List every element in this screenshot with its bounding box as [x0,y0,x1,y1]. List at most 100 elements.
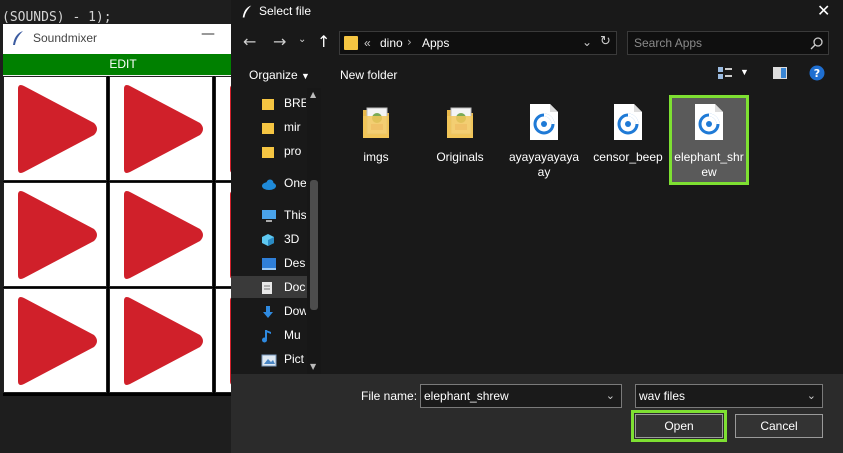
sound-play-button[interactable] [3,288,107,393]
sidebar-item-dow[interactable]: Dow [231,300,307,322]
new-folder-button[interactable]: New folder [340,68,397,82]
folder-icon [339,102,413,146]
up-arrow-icon[interactable]: ↑ [317,32,330,51]
organize-label: Organize [249,68,298,82]
sidebar-item-label: OneD [284,176,306,190]
back-arrow-icon[interactable]: ← [243,32,256,51]
chevron-down-icon[interactable]: ⌄ [807,385,816,407]
help-icon[interactable]: ? [809,65,825,84]
sidebar-item-mu[interactable]: Mu [231,324,307,346]
sidebar-item-des[interactable]: Des [231,252,307,274]
sound-play-button[interactable] [109,76,213,181]
file-name-value: elephant_shrew [424,389,509,403]
search-box[interactable] [627,31,829,55]
folder-icon [261,96,277,110]
file-item-Originals[interactable]: Originals [423,102,497,165]
audio-file-icon [672,102,746,146]
file-item-censor-beep[interactable]: censor_beep [591,102,665,165]
desktop-icon [261,256,277,270]
folder-icon [261,120,277,134]
sidebar-item-label: Doc [284,280,306,294]
preview-pane-icon[interactable] [772,66,788,83]
breadcrumb-dino[interactable]: dino [380,36,403,50]
sidebar-item-label: Mu [284,328,301,342]
svg-text:?: ? [814,67,820,80]
play-icon [124,191,203,279]
sidebar-item-mir[interactable]: mir [231,116,307,138]
file-item-label: elephant_shrew [674,150,744,179]
dialog-footer: File name: elephant_shrew ⌄ wav files ⌄ … [231,374,843,453]
play-icon [124,297,203,385]
sidebar-item-label: Pict [284,352,305,366]
cloud-icon [261,176,277,190]
sidebar-item-label: mir [284,120,301,134]
sound-button-grid [3,76,319,396]
sidebar-item-pict[interactable]: Pict [231,348,307,370]
breadcrumb-apps[interactable]: Apps [422,36,449,50]
audio-file-icon [591,102,665,146]
refresh-icon[interactable]: ↻ [600,34,611,49]
sound-play-button[interactable] [109,182,213,287]
play-icon [18,191,97,279]
computer-icon [261,208,277,222]
soundmixer-title: Soundmixer [33,31,98,45]
audio-file-icon [507,102,581,146]
cancel-button[interactable]: Cancel [735,414,823,438]
cube-icon [261,232,277,246]
search-input[interactable] [634,35,804,51]
file-item-ayayayayayaay[interactable]: ayayayayayaay [507,102,581,180]
chevron-down-icon[interactable]: ⌄ [582,35,592,49]
recent-dropdown-icon[interactable]: ⌄ [298,34,306,45]
file-type-value: wav files [639,389,686,403]
sidebar-item-oned[interactable]: OneD [231,172,307,194]
search-icon[interactable] [810,35,824,54]
soundmixer-window: Soundmixer — EDIT [3,24,319,396]
code-line: (SOUNDS) - 1); [2,10,112,25]
forward-arrow-icon[interactable]: → [273,32,286,51]
chevron-down-icon[interactable]: ⌄ [606,385,615,407]
view-options-icon[interactable] [717,66,733,83]
minimize-button[interactable]: — [201,26,215,42]
file-item-elephant-shrew[interactable]: elephant_shrew [669,95,749,185]
file-type-select[interactable]: wav files ⌄ [635,384,823,408]
caret-down-icon: ▼ [301,71,310,81]
soundmixer-titlebar: Soundmixer — [3,24,243,55]
sidebar-item-this[interactable]: This [231,204,307,226]
select-file-dialog: Select file ✕ ← → ⌄ ↑ « dino › Apps ⌄ ↻ … [231,0,843,453]
scrollbar-thumb[interactable] [310,180,318,310]
play-icon [18,85,97,173]
navigation-scrollbar[interactable]: ▲ ▼ [307,88,321,374]
sidebar-item-bre[interactable]: BRE [231,92,307,114]
dialog-title: Select file [259,4,312,18]
dialog-titlebar: Select file ✕ [231,0,843,24]
file-name-input[interactable]: elephant_shrew ⌄ [420,384,622,408]
sidebar-item-label: This [284,208,306,222]
sound-play-button[interactable] [109,288,213,393]
document-icon [261,280,277,294]
folder-icon [261,144,277,158]
play-icon [124,85,203,173]
scroll-down-icon[interactable]: ▼ [310,362,316,371]
sidebar-item-3d[interactable]: 3D [231,228,307,250]
scroll-up-icon[interactable]: ▲ [310,90,316,99]
play-icon [18,297,97,385]
breadcrumb-overflow[interactable]: « [364,36,371,50]
feather-icon [241,4,253,23]
sidebar-item-label: BRE [284,96,306,110]
caret-down-icon[interactable]: ▼ [740,67,749,77]
address-bar[interactable]: « dino › Apps ⌄ ↻ [339,31,617,55]
sidebar-item-doc[interactable]: Doc [231,276,307,298]
file-item-label: Originals [436,150,484,164]
sidebar-item-pro[interactable]: pro [231,140,307,162]
sound-play-button[interactable] [3,76,107,181]
command-bar: Organize ▼ New folder ▼ ? [231,62,843,88]
sound-play-button[interactable] [3,182,107,287]
open-button[interactable]: Open [631,410,727,442]
edit-button[interactable]: EDIT [3,54,243,75]
close-button[interactable]: ✕ [817,1,830,20]
navigation-bar: ← → ⌄ ↑ « dino › Apps ⌄ ↻ [231,26,843,60]
download-icon [261,304,277,318]
organize-menu[interactable]: Organize ▼ [249,68,310,82]
folder-icon [423,102,497,146]
file-item-imgs[interactable]: imgs [339,102,413,165]
